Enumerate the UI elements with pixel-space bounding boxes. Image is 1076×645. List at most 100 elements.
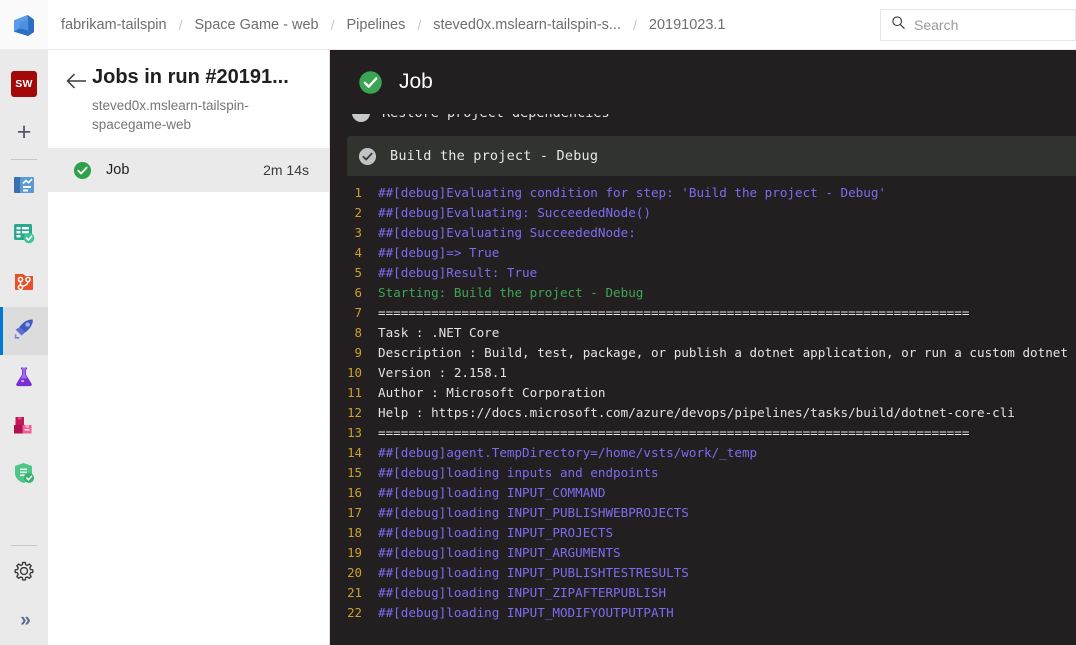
back-arrow-icon[interactable] (64, 68, 90, 94)
log-line: 12 Help : https://docs.microsoft.com/azur… (330, 403, 1076, 423)
log-line-text: ##[debug]loading inputs and endpoints (378, 465, 659, 480)
azure-devops-logo[interactable] (0, 0, 48, 49)
chevron-double-right-icon: » (20, 610, 30, 631)
sidebar-item-pipelines[interactable] (0, 307, 48, 355)
breadcrumb-pipelines[interactable]: Pipelines (335, 15, 416, 35)
log-line-number: 21 (347, 585, 362, 600)
sidebar-item-new[interactable]: + (0, 108, 48, 156)
breadcrumb-organization[interactable]: fabrikam-tailspin (61, 15, 178, 35)
breadcrumb-project[interactable]: Space Game - web (183, 15, 329, 35)
list-item[interactable]: Job 2m 14s (48, 148, 329, 192)
log-lines: 1 ##[debug]Evaluating condition for step:… (330, 176, 1076, 623)
job-duration: 2m 14s (263, 162, 309, 178)
log-line-text: ##[debug]loading INPUT_ARGUMENTS (378, 545, 621, 560)
log-line-number: 19 (347, 545, 362, 560)
log-line-number: 3 (354, 225, 362, 240)
log-line-number: 9 (354, 345, 362, 360)
check-circle-success-icon (73, 161, 92, 180)
log-line-text: ##[debug]Result: True (378, 265, 538, 280)
top-bar: fabrikam-tailspin / Space Game - web / P… (0, 0, 1076, 50)
log-line: 20 ##[debug]loading INPUT_PUBLISHTESTRESU… (330, 563, 1076, 583)
repos-icon (11, 268, 37, 299)
log-line-number: 2 (354, 205, 362, 220)
log-line-text: ========================================… (378, 425, 970, 440)
log-line-text: ##[debug]loading INPUT_MODIFYOUTPUTPATH (378, 605, 674, 620)
check-circle-success-icon (358, 70, 383, 95)
log-line-number: 15 (347, 465, 362, 480)
log-line-text: ##[debug]Evaluating condition for step: … (378, 185, 886, 200)
log-line-number: 14 (347, 445, 362, 460)
log-line-text: Starting: Build the project - Debug (378, 285, 644, 300)
log-line-text: Version : 2.158.1 (378, 365, 507, 380)
shield-check-icon (11, 460, 37, 491)
gear-icon (13, 560, 35, 587)
log-line-number: 1 (354, 185, 362, 200)
log-line: 15 ##[debug]loading inputs and endpoints (330, 463, 1076, 483)
job-title: Job (399, 70, 433, 93)
log-line-number: 11 (347, 385, 362, 400)
search-input[interactable] (914, 16, 1075, 33)
log-line: 16 ##[debug]loading INPUT_COMMAND (330, 483, 1076, 503)
app-window: fabrikam-tailspin / Space Game - web / P… (0, 0, 1076, 645)
log-line: 8 Task : .NET Core (330, 323, 1076, 343)
sidebar-item-artifacts[interactable] (0, 403, 48, 451)
search-box[interactable] (880, 8, 1076, 41)
log-line-text: ##[debug]agent.TempDirectory=/home/vsts/… (378, 445, 758, 460)
log-line-text: ##[debug]=> True (378, 245, 500, 260)
log-line: 7 =======================================… (330, 303, 1076, 323)
log-pane: Job Restore project dependencies (330, 50, 1076, 645)
log-line: 1 ##[debug]Evaluating condition for step:… (330, 183, 1076, 203)
artifacts-boxes-icon (11, 412, 37, 443)
log-line-number: 7 (354, 305, 362, 320)
rail-divider-bottom (11, 545, 37, 546)
log-line-number: 18 (347, 525, 362, 540)
page-subtitle: steved0x.mslearn-tailspin-spacegame-web (92, 98, 249, 132)
log-line: 10 Version : 2.158.1 (330, 363, 1076, 383)
boards-icon (11, 220, 37, 251)
log-line: 13 ======================================… (330, 423, 1076, 443)
step-title: Build the project - Debug (390, 148, 599, 164)
sidebar-item-repos[interactable] (0, 259, 48, 307)
overview-icon (11, 172, 37, 203)
log-line-text: ##[debug]Evaluating: SucceededNode() (378, 205, 651, 220)
log-line-text: Help : https://docs.microsoft.com/azure/… (378, 405, 1015, 420)
left-nav-rail: SW + » (0, 50, 48, 645)
log-line: 4 ##[debug]=> True (330, 243, 1076, 263)
search-area (880, 0, 1076, 49)
log-line-number: 20 (347, 565, 362, 580)
log-line: 3 ##[debug]Evaluating SucceededNode: (330, 223, 1076, 243)
log-line: 21 ##[debug]loading INPUT_ZIPAFTERPUBLISH (330, 583, 1076, 603)
pipelines-rocket-icon (11, 316, 37, 347)
log-line-text: ========================================… (378, 305, 970, 320)
sidebar-item-user-avatar[interactable]: SW (0, 60, 48, 108)
log-line: 19 ##[debug]loading INPUT_ARGUMENTS (330, 543, 1076, 563)
log-scroll-region[interactable]: Restore project dependencies Build the p… (330, 114, 1076, 645)
log-line: 17 ##[debug]loading INPUT_PUBLISHWEBPROJE… (330, 503, 1076, 523)
log-line-text: Description : Build, test, package, or p… (378, 345, 1076, 360)
sidebar-item-project-settings[interactable] (0, 549, 48, 597)
log-line-text: ##[debug]loading INPUT_COMMAND (378, 485, 606, 500)
log-line: 11 Author : Microsoft Corporation (330, 383, 1076, 403)
sidebar-item-expand-rail[interactable]: » (0, 597, 48, 645)
step-header-build-the-project-debug[interactable]: Build the project - Debug (347, 136, 1076, 176)
plus-icon: + (16, 117, 32, 146)
sidebar-item-test-plans[interactable] (0, 355, 48, 403)
log-line-text: Task : .NET Core (378, 325, 500, 340)
jobs-panel-header: Jobs in run #20191... steved0x.mslearn-t… (48, 50, 329, 148)
log-line-number: 6 (354, 285, 362, 300)
breadcrumb-run-number[interactable]: 20191023.1 (638, 15, 737, 35)
check-circle-gray-icon (352, 114, 370, 122)
log-line-number: 16 (347, 485, 362, 500)
jobs-panel-titles: Jobs in run #20191... steved0x.mslearn-t… (92, 64, 313, 134)
avatar: SW (11, 71, 37, 97)
log-line-text: ##[debug]Evaluating SucceededNode: (378, 225, 636, 240)
log-line-number: 13 (347, 425, 362, 440)
log-line-text: ##[debug]loading INPUT_PUBLISHTESTRESULT… (378, 565, 689, 580)
step-row-clipped[interactable]: Restore project dependencies (330, 114, 1076, 136)
log-line-number: 12 (347, 405, 362, 420)
breadcrumb-pipeline-name[interactable]: steved0x.mslearn-tailspin-s... (422, 15, 632, 35)
sidebar-item-boards[interactable] (0, 211, 48, 259)
sidebar-item-overview[interactable] (0, 163, 48, 211)
rail-divider (11, 159, 37, 160)
sidebar-item-advanced-security[interactable] (0, 451, 48, 499)
